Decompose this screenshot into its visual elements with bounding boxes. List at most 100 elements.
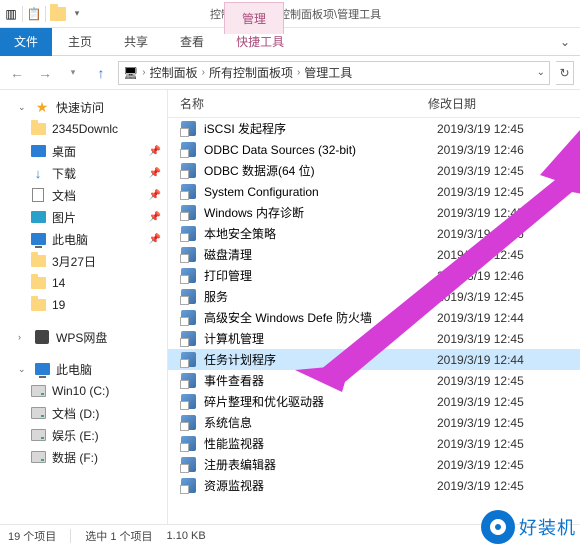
- file-name: 系统信息: [204, 414, 429, 431]
- breadcrumb-seg2[interactable]: 所有控制面板项: [209, 64, 293, 81]
- file-name: 任务计划程序: [204, 351, 429, 368]
- file-row[interactable]: 碎片整理和优化驱动器2019/3/19 12:45: [168, 391, 580, 412]
- chevron-right-icon[interactable]: ›: [18, 332, 28, 342]
- file-name: 打印管理: [204, 267, 429, 284]
- file-row[interactable]: 任务计划程序 2019/3/19 12:44: [168, 349, 580, 370]
- drive-icon: [30, 383, 46, 399]
- qat-dropdown-icon[interactable]: ▾: [70, 7, 84, 21]
- file-row[interactable]: 计算机管理2019/3/19 12:45: [168, 328, 580, 349]
- chevron-down-icon[interactable]: ⌄: [18, 364, 28, 375]
- sidebar-drive-e[interactable]: 娱乐 (E:): [0, 424, 167, 446]
- sidebar-quick-access[interactable]: ⌄ ★ 快速访问: [0, 96, 167, 118]
- file-row[interactable]: Windows 内存诊断2019/3/19 12:45: [168, 202, 580, 223]
- file-row[interactable]: 注册表编辑器2019/3/19 12:45: [168, 454, 580, 475]
- sidebar-thispc-header[interactable]: ⌄ 此电脑: [0, 358, 167, 380]
- sidebar-item-label: 娱乐 (E:): [52, 427, 99, 444]
- column-name[interactable]: 名称: [180, 95, 428, 112]
- sidebar-item-mar27[interactable]: 3月27日: [0, 250, 167, 272]
- shortcut-icon: [180, 394, 196, 410]
- file-date: 2019/3/19 12:45: [437, 416, 524, 430]
- pc-icon: [34, 361, 50, 377]
- file-date: 2019/3/19 12:45: [437, 206, 524, 220]
- file-row[interactable]: 资源监视器2019/3/19 12:45: [168, 475, 580, 496]
- tab-file[interactable]: 文件: [0, 28, 52, 56]
- file-list: 名称 修改日期 iSCSI 发起程序2019/3/19 12:45ODBC Da…: [168, 90, 580, 526]
- back-button[interactable]: ←: [6, 62, 28, 84]
- sidebar-drive-f[interactable]: 数据 (F:): [0, 446, 167, 468]
- file-name: System Configuration: [204, 185, 429, 199]
- tab-home[interactable]: 主页: [52, 28, 108, 56]
- column-headers: 名称 修改日期: [168, 90, 580, 118]
- file-date: 2019/3/19 12:44: [437, 353, 524, 367]
- tab-view[interactable]: 查看: [164, 28, 220, 56]
- pictures-icon: [30, 209, 46, 225]
- chevron-right-icon[interactable]: ›: [202, 67, 205, 78]
- main-content: ⌄ ★ 快速访问 2345Downlc 桌面📌 ↓下载📌 文档📌 图片📌 此电脑…: [0, 90, 580, 526]
- chevron-down-icon[interactable]: ⌄: [18, 102, 28, 113]
- recent-dropdown[interactable]: ▾: [62, 62, 84, 84]
- file-row[interactable]: ODBC 数据源(64 位)2019/3/19 12:45: [168, 160, 580, 181]
- file-row[interactable]: 本地安全策略2019/3/19 12:46: [168, 223, 580, 244]
- sidebar-item-documents[interactable]: 文档📌: [0, 184, 167, 206]
- file-date: 2019/3/19 12:46: [437, 227, 524, 241]
- contextual-tab-manage[interactable]: 管理: [224, 2, 284, 34]
- breadcrumb-seg3[interactable]: 管理工具: [304, 64, 352, 81]
- file-row[interactable]: 性能监视器2019/3/19 12:45: [168, 433, 580, 454]
- separator: [45, 6, 46, 22]
- expand-ribbon-icon[interactable]: ⌄: [550, 35, 580, 49]
- file-row[interactable]: System Configuration 2019/3/19 12:45: [168, 181, 580, 202]
- shortcut-icon: [180, 373, 196, 389]
- desktop-icon: [30, 143, 46, 159]
- address-bar[interactable]: 🖥 › 控制面板 › 所有控制面板项 › 管理工具 ⌄: [118, 61, 550, 85]
- pc-icon: [30, 231, 46, 247]
- forward-button[interactable]: →: [34, 62, 56, 84]
- sidebar-item-label: 数据 (F:): [52, 449, 98, 466]
- file-date: 2019/3/19 12:45: [437, 185, 524, 199]
- file-row[interactable]: 服务2019/3/19 12:45: [168, 286, 580, 307]
- file-row[interactable]: iSCSI 发起程序2019/3/19 12:45: [168, 118, 580, 139]
- navigation-bar: ← → ▾ ↑ 🖥 › 控制面板 › 所有控制面板项 › 管理工具 ⌄ ↻: [0, 56, 580, 90]
- folder-icon[interactable]: [50, 7, 66, 21]
- sidebar-item-19[interactable]: 19: [0, 294, 167, 316]
- pin-icon: 📌: [149, 190, 161, 201]
- file-row[interactable]: ODBC Data Sources (32-bit)2019/3/19 12:4…: [168, 139, 580, 160]
- folder-icon: [30, 275, 46, 291]
- column-date[interactable]: 修改日期: [428, 95, 580, 112]
- paste-icon[interactable]: 📋: [27, 7, 41, 21]
- file-name: ODBC 数据源(64 位): [204, 162, 429, 179]
- file-date: 2019/3/19 12:45: [437, 395, 524, 409]
- shortcut-icon: [180, 226, 196, 242]
- file-row[interactable]: 系统信息 2019/3/19 12:45: [168, 412, 580, 433]
- tab-share[interactable]: 共享: [108, 28, 164, 56]
- watermark-text: 好装机: [519, 514, 576, 540]
- sidebar-drive-d[interactable]: 文档 (D:): [0, 402, 167, 424]
- file-name: 性能监视器: [204, 435, 429, 452]
- up-button[interactable]: ↑: [90, 62, 112, 84]
- sidebar-label: 此电脑: [56, 361, 92, 378]
- file-row[interactable]: 事件查看器2019/3/19 12:45: [168, 370, 580, 391]
- sidebar-item-downloads[interactable]: ↓下载📌: [0, 162, 167, 184]
- refresh-button[interactable]: ↻: [556, 61, 574, 85]
- addr-dropdown-icon[interactable]: ⌄: [537, 67, 545, 78]
- file-rows: iSCSI 发起程序2019/3/19 12:45ODBC Data Sourc…: [168, 118, 580, 526]
- sidebar-item-label: 文档 (D:): [52, 405, 99, 422]
- sidebar-wps[interactable]: › WPS网盘: [0, 326, 167, 348]
- file-row[interactable]: 打印管理2019/3/19 12:46: [168, 265, 580, 286]
- wps-icon: [34, 329, 50, 345]
- sidebar-item-14[interactable]: 14: [0, 272, 167, 294]
- chevron-right-icon[interactable]: ›: [142, 67, 145, 78]
- properties-icon[interactable]: ▥: [4, 7, 18, 21]
- sidebar-item-pictures[interactable]: 图片📌: [0, 206, 167, 228]
- file-name: ODBC Data Sources (32-bit): [204, 143, 429, 157]
- breadcrumb-seg1[interactable]: 控制面板: [150, 64, 198, 81]
- watermark: 好装机: [481, 510, 576, 544]
- chevron-right-icon[interactable]: ›: [297, 67, 300, 78]
- status-count: 19 个项目: [8, 528, 56, 544]
- sidebar-item-2345downlc[interactable]: 2345Downlc: [0, 118, 167, 140]
- sidebar-item-desktop[interactable]: 桌面📌: [0, 140, 167, 162]
- file-row[interactable]: 高级安全 Windows Defe 防火墙2019/3/19 12:44: [168, 307, 580, 328]
- sidebar-item-thispc[interactable]: 此电脑📌: [0, 228, 167, 250]
- sidebar-drive-c[interactable]: Win10 (C:): [0, 380, 167, 402]
- sidebar-item-label: 14: [52, 276, 65, 290]
- file-row[interactable]: 磁盘清理2019/3/19 12:45: [168, 244, 580, 265]
